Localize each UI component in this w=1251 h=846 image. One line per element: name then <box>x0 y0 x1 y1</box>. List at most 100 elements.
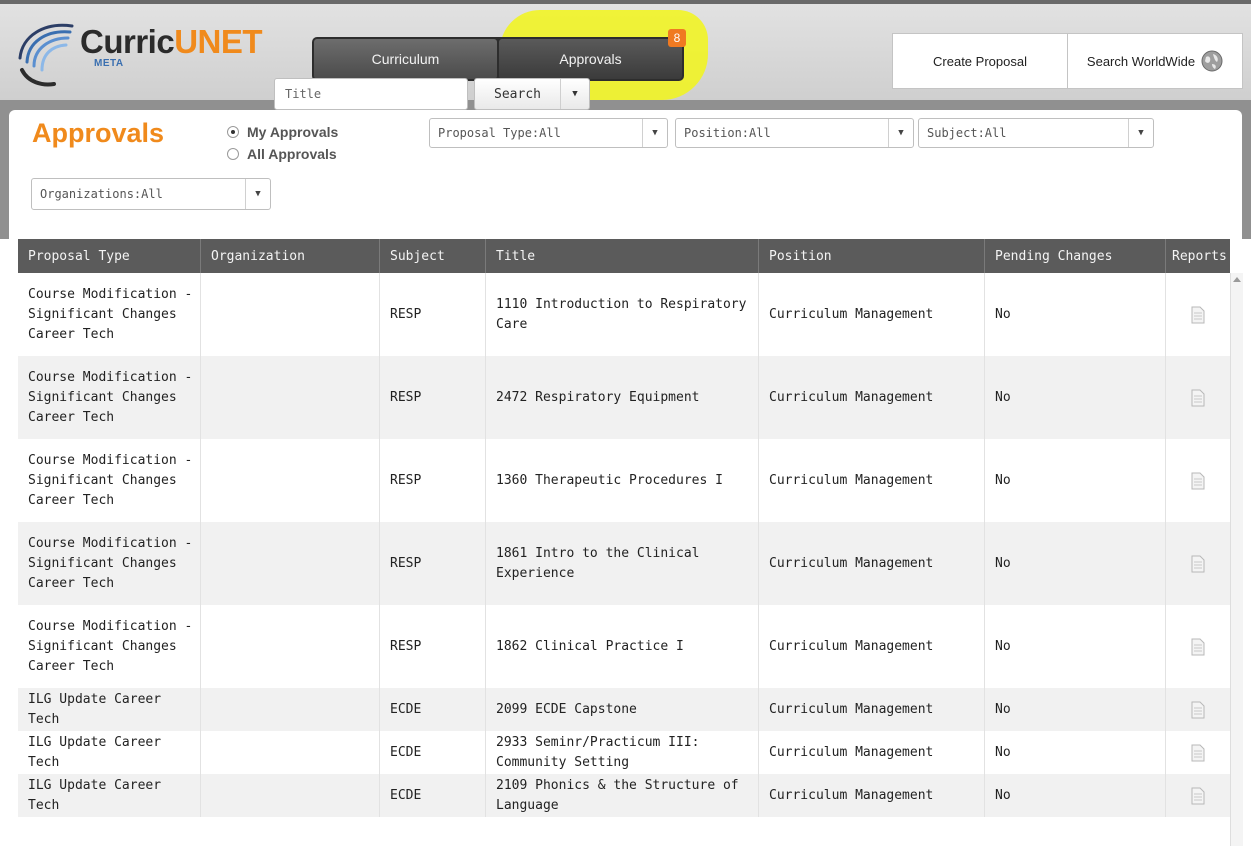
column-header-position[interactable]: Position <box>759 239 985 273</box>
tab-approvals[interactable]: Approvals <box>499 39 682 79</box>
column-header-reports[interactable]: Reports <box>1166 239 1230 273</box>
reports-cell <box>1166 688 1230 731</box>
report-document-icon[interactable] <box>1191 787 1205 805</box>
radio-my-approvals[interactable]: My Approvals <box>227 124 338 140</box>
radio-all-approvals-label: All Approvals <box>247 146 337 162</box>
pending-changes-cell: No <box>985 605 1166 688</box>
report-document-icon[interactable] <box>1191 472 1205 490</box>
organization-cell <box>201 605 380 688</box>
create-proposal-label: Create Proposal <box>933 53 1027 69</box>
pending-changes-cell: No <box>985 688 1166 731</box>
table-row[interactable]: ILG Update Career Tech ECDE 2109 Phonics… <box>18 774 1230 817</box>
proposal-type-cell: Course Modification - Significant Change… <box>18 605 201 688</box>
position-cell: Curriculum Management <box>759 774 985 817</box>
pending-changes-cell: No <box>985 774 1166 817</box>
subject-cell: RESP <box>380 439 486 522</box>
title-cell: 2472 Respiratory Equipment <box>486 356 759 439</box>
proposal-type-cell: ILG Update Career Tech <box>18 731 201 774</box>
table-scrollbar[interactable] <box>1230 273 1243 846</box>
table-body: Course Modification - Significant Change… <box>18 273 1230 817</box>
proposal-type-cell: ILG Update Career Tech <box>18 774 201 817</box>
subject-select[interactable]: Subject:All ▼ <box>918 118 1154 148</box>
report-document-icon[interactable] <box>1191 701 1205 719</box>
table-header: Proposal Type Organization Subject Title… <box>18 239 1230 273</box>
reports-cell <box>1166 731 1230 774</box>
position-cell: Curriculum Management <box>759 605 985 688</box>
search-button-label: Search <box>494 86 541 102</box>
title-cell: 2933 Seminr/Practicum III: Community Set… <box>486 731 759 774</box>
radio-all-approvals[interactable]: All Approvals <box>227 146 337 162</box>
column-header-pending-changes[interactable]: Pending Changes <box>985 239 1166 273</box>
organization-cell <box>201 731 380 774</box>
chevron-down-icon: ▼ <box>642 119 667 147</box>
title-cell: 1862 Clinical Practice I <box>486 605 759 688</box>
reports-cell <box>1166 774 1230 817</box>
table-row[interactable]: Course Modification - Significant Change… <box>18 356 1230 439</box>
title-search-input[interactable] <box>274 78 468 110</box>
column-header-subject[interactable]: Subject <box>380 239 486 273</box>
reports-cell <box>1166 273 1230 356</box>
reports-cell <box>1166 605 1230 688</box>
proposal-type-cell: Course Modification - Significant Change… <box>18 439 201 522</box>
reports-cell <box>1166 522 1230 605</box>
column-header-proposal-type[interactable]: Proposal Type <box>18 239 201 273</box>
position-cell: Curriculum Management <box>759 356 985 439</box>
organizations-select[interactable]: Organizations:All ▼ <box>31 178 271 210</box>
position-cell: Curriculum Management <box>759 688 985 731</box>
search-worldwide-label: Search WorldWide <box>1086 53 1196 69</box>
proposal-type-cell: ILG Update Career Tech <box>18 688 201 731</box>
position-cell: Curriculum Management <box>759 731 985 774</box>
logo-sub-text: META <box>94 58 124 69</box>
proposal-type-select[interactable]: Proposal Type:All ▼ <box>429 118 668 148</box>
subject-cell: RESP <box>380 605 486 688</box>
reports-cell <box>1166 356 1230 439</box>
report-document-icon[interactable] <box>1191 638 1205 656</box>
table-row[interactable]: Course Modification - Significant Change… <box>18 439 1230 522</box>
proposal-type-cell: Course Modification - Significant Change… <box>18 356 201 439</box>
globe-icon <box>1201 50 1223 72</box>
logo-accent-text: UNET <box>174 23 263 60</box>
title-cell: 2109 Phonics & the Structure of Language <box>486 774 759 817</box>
top-bar: CurricUNET META Curriculum Approvals 8 C… <box>0 0 1251 100</box>
table-row[interactable]: Course Modification - Significant Change… <box>18 273 1230 356</box>
filter-area: Approvals My Approvals All Approvals Pro… <box>0 100 1251 239</box>
report-document-icon[interactable] <box>1191 306 1205 324</box>
title-cell: 1110 Introduction to Respiratory Care <box>486 273 759 356</box>
proposal-type-value: Proposal Type:All <box>438 126 561 140</box>
proposal-type-cell: Course Modification - Significant Change… <box>18 522 201 605</box>
column-header-title[interactable]: Title <box>486 239 759 273</box>
table-row[interactable]: ILG Update Career Tech ECDE 2099 ECDE Ca… <box>18 688 1230 731</box>
title-cell: 2099 ECDE Capstone <box>486 688 759 731</box>
table-row[interactable]: Course Modification - Significant Change… <box>18 605 1230 688</box>
organization-cell <box>201 356 380 439</box>
tab-curriculum[interactable]: Curriculum <box>314 39 497 79</box>
chevron-down-icon[interactable]: ▼ <box>560 79 589 109</box>
table-row[interactable]: ILG Update Career Tech ECDE 2933 Seminr/… <box>18 731 1230 774</box>
organization-cell <box>201 522 380 605</box>
pending-changes-cell: No <box>985 356 1166 439</box>
filter-panel: Approvals My Approvals All Approvals Pro… <box>9 110 1242 239</box>
organizations-value: Organizations:All <box>40 187 163 201</box>
page-title: Approvals <box>32 118 165 148</box>
column-header-organization[interactable]: Organization <box>201 239 380 273</box>
search-button[interactable]: Search ▼ <box>474 78 590 110</box>
scroll-up-arrow-icon[interactable] <box>1233 277 1241 282</box>
pending-changes-cell: No <box>985 522 1166 605</box>
organization-cell <box>201 273 380 356</box>
table-row[interactable]: Course Modification - Significant Change… <box>18 522 1230 605</box>
search-worldwide-button[interactable]: Search WorldWide <box>1067 33 1243 89</box>
chevron-down-icon: ▼ <box>1128 119 1153 147</box>
logo-swirl-icon <box>18 23 74 87</box>
position-select[interactable]: Position:All ▼ <box>675 118 914 148</box>
report-document-icon[interactable] <box>1191 555 1205 573</box>
pending-changes-cell: No <box>985 273 1166 356</box>
curricunet-logo[interactable]: CurricUNET META <box>14 18 274 90</box>
create-proposal-button[interactable]: Create Proposal <box>892 33 1068 89</box>
subject-value: Subject:All <box>927 126 1007 140</box>
approvals-table: Proposal Type Organization Subject Title… <box>18 239 1230 817</box>
report-document-icon[interactable] <box>1191 744 1205 762</box>
radio-my-approvals-label: My Approvals <box>247 124 339 140</box>
report-document-icon[interactable] <box>1191 389 1205 407</box>
position-cell: Curriculum Management <box>759 522 985 605</box>
logo-main-text: Curric <box>80 23 175 60</box>
